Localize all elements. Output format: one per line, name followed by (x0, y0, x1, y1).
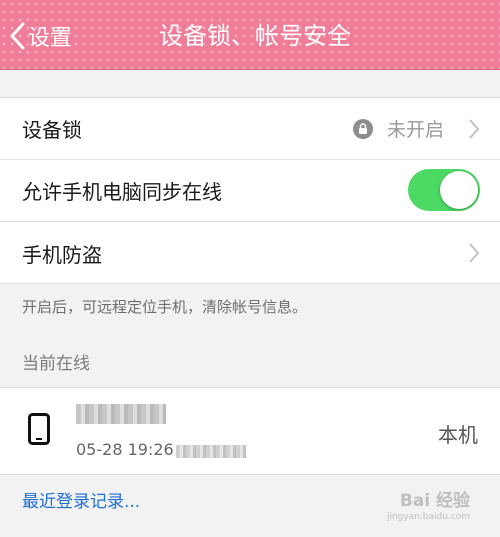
device-lock-row[interactable]: 设备锁 未开启 (0, 98, 500, 159)
lock-icon (352, 118, 373, 139)
device-ip-blurred (176, 445, 246, 458)
recent-login-link[interactable]: 最近登录记录... (22, 487, 140, 512)
device-lock-status-text: 未开启 (386, 119, 444, 141)
this-device-label: 本机 (438, 423, 478, 447)
settings-group: 设备锁 未开启 允许手机电脑同步在线 手机防盗 (0, 97, 500, 284)
anti-theft-row[interactable]: 手机防盗 (0, 222, 500, 284)
online-section-title: 当前在线 (22, 354, 90, 374)
anti-theft-note: 开启后，可远程定位手机，清除帐号信息。 (22, 298, 308, 316)
watermark-sub: jingyan.baidu.com (386, 512, 470, 522)
anti-theft-label: 手机防盗 (22, 242, 102, 267)
watermark: Bai 经验 (399, 491, 470, 511)
device-login-time: 05-28 19:26 (76, 440, 174, 459)
device-lock-label: 设备锁 (22, 118, 82, 142)
sync-online-label: 允许手机电脑同步在线 (22, 180, 222, 204)
toggle-knob (440, 171, 478, 209)
chevron-right-icon (469, 118, 480, 139)
device-name-blurred (76, 404, 166, 424)
sync-online-row: 允许手机电脑同步在线 (0, 160, 500, 221)
header-bar: 设置 设备锁、帐号安全 (0, 0, 500, 70)
chevron-right-icon (469, 243, 480, 263)
page-title: 设备锁、帐号安全 (159, 22, 351, 50)
phone-icon (28, 413, 50, 445)
online-device-group (0, 387, 500, 475)
sync-online-toggle[interactable] (408, 169, 480, 211)
device-lock-status: 未开启 (352, 115, 444, 142)
